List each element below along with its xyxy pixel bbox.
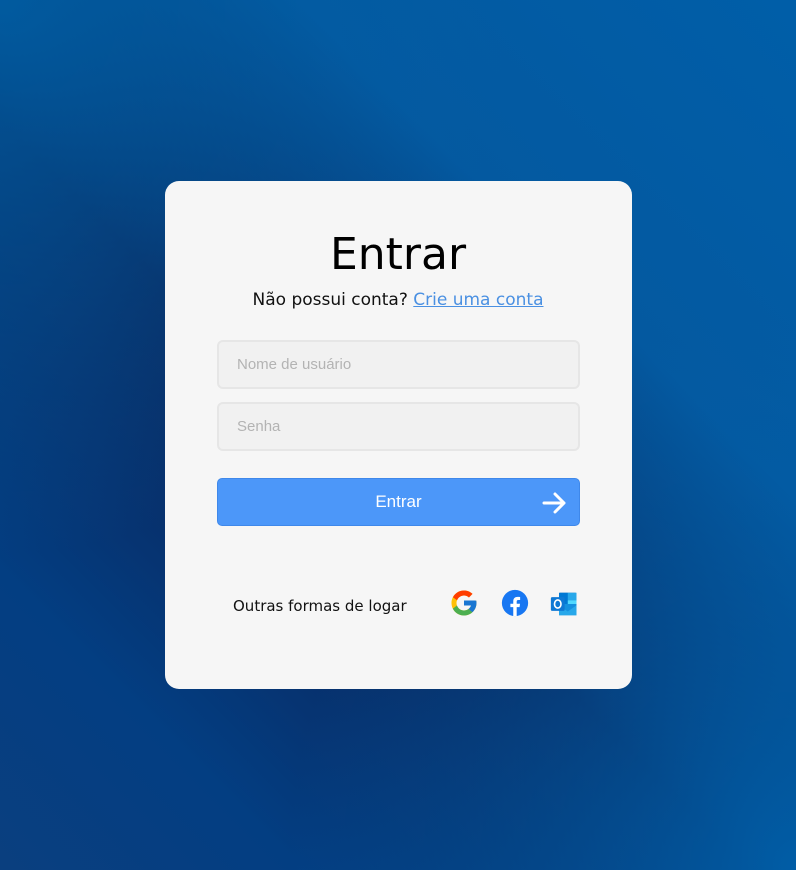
outlook-icon[interactable] bbox=[549, 589, 579, 619]
page-title: Entrar bbox=[329, 229, 467, 280]
google-icon[interactable] bbox=[449, 588, 479, 618]
login-button[interactable]: Entrar bbox=[217, 478, 580, 526]
arrow-right-icon bbox=[542, 492, 566, 514]
password-input[interactable] bbox=[217, 402, 580, 451]
other-login-methods-label: Outras formas de logar bbox=[233, 597, 407, 615]
login-button-label: Entrar bbox=[375, 492, 422, 511]
no-account-text: Não possui conta? bbox=[252, 290, 408, 310]
create-account-link[interactable]: Crie uma conta bbox=[413, 290, 543, 310]
username-input[interactable] bbox=[217, 340, 580, 389]
facebook-icon[interactable] bbox=[500, 588, 530, 618]
signup-prompt: Não possui conta? Crie uma conta bbox=[0, 288, 796, 312]
